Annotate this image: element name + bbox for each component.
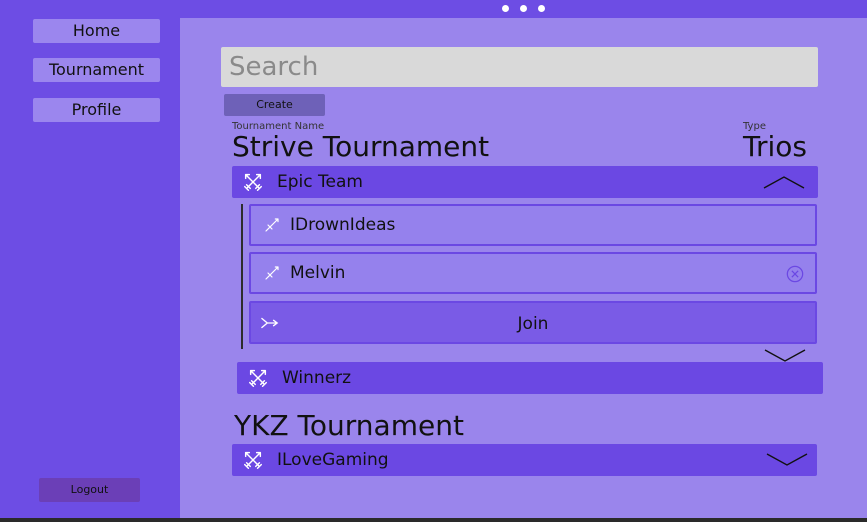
team-row-epic-team[interactable]: Epic Team (232, 166, 818, 198)
window-dot (538, 5, 545, 12)
member-row: Melvin (249, 252, 817, 294)
sword-icon (265, 266, 279, 280)
chevron-up-icon[interactable] (763, 175, 805, 189)
tournament-title: YKZ Tournament (234, 409, 464, 442)
window-top-bar (0, 0, 867, 18)
tournament-type: Trios (743, 130, 807, 163)
member-name: Melvin (290, 263, 346, 283)
chevron-down-icon[interactable] (764, 349, 806, 363)
team-name: ILoveGaming (277, 450, 389, 470)
window-dot (502, 5, 509, 12)
crossed-swords-icon (244, 451, 262, 469)
bottom-border (0, 518, 867, 522)
tree-connector (241, 204, 243, 349)
team-name: Epic Team (277, 172, 363, 192)
chevron-down-icon[interactable] (766, 453, 808, 467)
tournament-title: Strive Tournament (232, 130, 490, 163)
team-row-ilovegaming[interactable]: ILoveGaming (232, 444, 817, 476)
nav-profile-button[interactable]: Profile (33, 98, 160, 122)
sword-icon (265, 218, 279, 232)
crossed-swords-icon (244, 173, 262, 191)
search-input[interactable] (221, 47, 818, 87)
member-name: IDrownIdeas (290, 215, 396, 235)
sidebar: Home Tournament Profile Logout (0, 0, 180, 522)
member-row: IDrownIdeas (249, 204, 817, 246)
window-dot (520, 5, 527, 12)
remove-member-icon[interactable] (786, 265, 804, 283)
join-team-button[interactable]: Join (249, 301, 817, 344)
main-panel: Create Tournament Name Type Strive Tourn… (180, 18, 867, 518)
create-button[interactable]: Create (224, 94, 325, 116)
nav-home-button[interactable]: Home (33, 19, 160, 43)
team-name: Winnerz (282, 368, 352, 388)
team-row-winnerz[interactable]: Winnerz (237, 362, 823, 394)
nav-tournament-button[interactable]: Tournament (33, 58, 160, 82)
join-label: Join (517, 314, 549, 334)
logout-button[interactable]: Logout (39, 478, 140, 502)
crossed-swords-icon (249, 369, 267, 387)
